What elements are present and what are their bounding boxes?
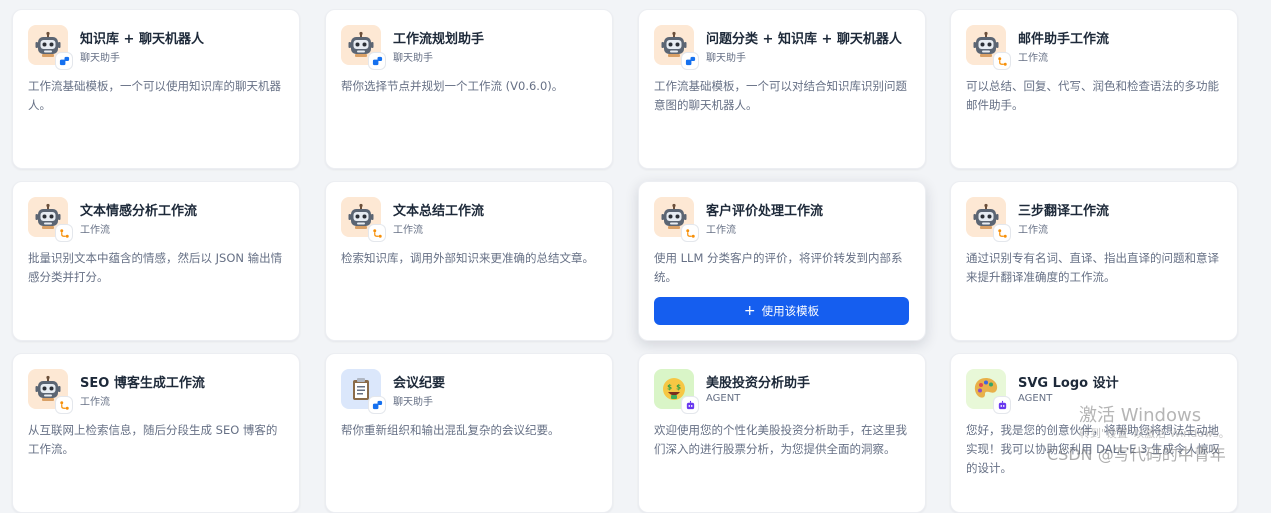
- template-card[interactable]: 邮件助手工作流工作流可以总结、回复、代写、润色和检查语法的多功能邮件助手。: [950, 9, 1238, 169]
- template-card[interactable]: 客户评价处理工作流工作流使用 LLM 分类客户的评价，将评价转发到内部系统。 + 使…: [638, 181, 926, 341]
- template-card[interactable]: 文本情感分析工作流工作流批量识别文本中蕴含的情感，然后以 JSON 输出情感分类…: [12, 181, 300, 341]
- csdn-watermark: CSDN @写代码的中青年: [1047, 445, 1226, 464]
- use-template-label: 使用该模板: [761, 304, 820, 318]
- svg-text:$: $: [667, 384, 672, 392]
- template-description: 帮你重新组织和输出混乱复杂的会议纪要。: [341, 423, 560, 437]
- chat-assistant-icon: [369, 53, 385, 69]
- template-type: 工作流: [80, 225, 110, 236]
- template-description: 检索知识库，调用外部知识来更准确的总结文章。: [341, 251, 594, 265]
- template-type: 工作流: [706, 225, 736, 236]
- workflow-icon: [56, 397, 72, 413]
- template-title: SEO 博客生成工作流: [80, 376, 205, 391]
- template-title: 文本总结工作流: [393, 204, 485, 219]
- template-description: 可以总结、回复、代写、润色和检查语法的多功能邮件助手。: [966, 79, 1219, 112]
- template-type: AGENT: [706, 393, 741, 404]
- agent-icon: [994, 397, 1010, 413]
- template-card[interactable]: 工作流规划助手聊天助手帮你选择节点并规划一个工作流 (V0.6.0)。: [325, 9, 613, 169]
- workflow-icon: [369, 225, 385, 241]
- template-type: 聊天助手: [393, 397, 433, 408]
- template-card[interactable]: $ $ 美股投资分析助手 AGENT 欢迎使用您的个性化美股投资分析助手，在这里我们深入…: [638, 353, 926, 513]
- template-type: 工作流: [1018, 53, 1048, 64]
- chat-assistant-icon: [369, 397, 385, 413]
- template-grid: 知识库 + 聊天机器人 聊天助手 工作流基础模板，一个可以使用知识库的聊天机器人。工…: [0, 0, 1271, 513]
- template-title: 文本情感分析工作流: [80, 204, 198, 219]
- template-type: 工作流: [1018, 225, 1048, 236]
- template-type: 聊天助手: [80, 53, 120, 64]
- template-title: SVG Logo 设计: [1018, 376, 1119, 391]
- use-template-button[interactable]: + 使用该模板: [654, 297, 909, 325]
- template-type: 工作流: [393, 225, 423, 236]
- template-description: 从互联网上检索信息，随后分段生成 SEO 博客的工作流。: [28, 423, 278, 456]
- template-description: 通过识别专有名词、直译、指出直译的问题和意译来提升翻译准确度的工作流。: [966, 251, 1219, 284]
- template-card[interactable]: 文本总结工作流工作流检索知识库，调用外部知识来更准确的总结文章。: [325, 181, 613, 341]
- chat-assistant-icon: [682, 53, 698, 69]
- template-description: 批量识别文本中蕴含的情感，然后以 JSON 输出情感分类并打分。: [28, 251, 283, 284]
- template-card[interactable]: SEO 博客生成工作流工作流从互联网上检索信息，随后分段生成 SEO 博客的工作…: [12, 353, 300, 513]
- template-card[interactable]: 三步翻译工作流工作流通过识别专有名词、直译、指出直译的问题和意译来提升翻译准确度…: [950, 181, 1238, 341]
- windows-activation-hint: 转到"设置"以激活 Windows。: [1079, 427, 1230, 440]
- template-description: 帮你选择节点并规划一个工作流 (V0.6.0)。: [341, 79, 564, 93]
- template-card[interactable]: 会议纪要聊天助手帮你重新组织和输出混乱复杂的会议纪要。: [325, 353, 613, 513]
- workflow-icon: [994, 225, 1010, 241]
- template-title: 邮件助手工作流: [1018, 32, 1110, 47]
- agent-icon: [682, 397, 698, 413]
- chat-assistant-icon: [56, 53, 72, 69]
- template-type: AGENT: [1018, 393, 1053, 404]
- template-title: 三步翻译工作流: [1018, 204, 1110, 219]
- template-title: 美股投资分析助手: [706, 376, 811, 391]
- template-card[interactable]: 问题分类 + 知识库 + 聊天机器人聊天助手工作流基础模板，一个可以对结合知识库…: [638, 9, 926, 169]
- windows-activation-watermark: 激活 Windows: [1079, 405, 1202, 426]
- template-type: 聊天助手: [706, 53, 746, 64]
- workflow-icon: [682, 225, 698, 241]
- template-title: 问题分类 + 知识库 + 聊天机器人: [706, 32, 902, 47]
- template-description: 使用 LLM 分类客户的评价，将评价转发到内部系统。: [654, 251, 903, 284]
- workflow-icon: [56, 225, 72, 241]
- workflow-icon: [994, 53, 1010, 69]
- svg-text:$: $: [676, 384, 681, 392]
- plus-icon: +: [743, 303, 756, 319]
- template-title: 工作流规划助手: [393, 32, 485, 47]
- template-title: 知识库 + 聊天机器人: [80, 32, 204, 47]
- template-type: 聊天助手: [393, 53, 433, 64]
- template-description: 工作流基础模板，一个可以使用知识库的聊天机器人。: [28, 79, 281, 112]
- template-title: 会议纪要: [393, 376, 446, 391]
- template-description: 工作流基础模板，一个可以对结合知识库识别问题意图的聊天机器人。: [654, 79, 907, 112]
- template-description: 欢迎使用您的个性化美股投资分析助手，在这里我们深入的进行股票分析，为您提供全面的…: [654, 423, 907, 456]
- template-card[interactable]: 知识库 + 聊天机器人聊天助手工作流基础模板，一个可以使用知识库的聊天机器人。: [12, 9, 300, 169]
- template-title: 客户评价处理工作流: [706, 204, 824, 219]
- template-type: 工作流: [80, 397, 110, 408]
